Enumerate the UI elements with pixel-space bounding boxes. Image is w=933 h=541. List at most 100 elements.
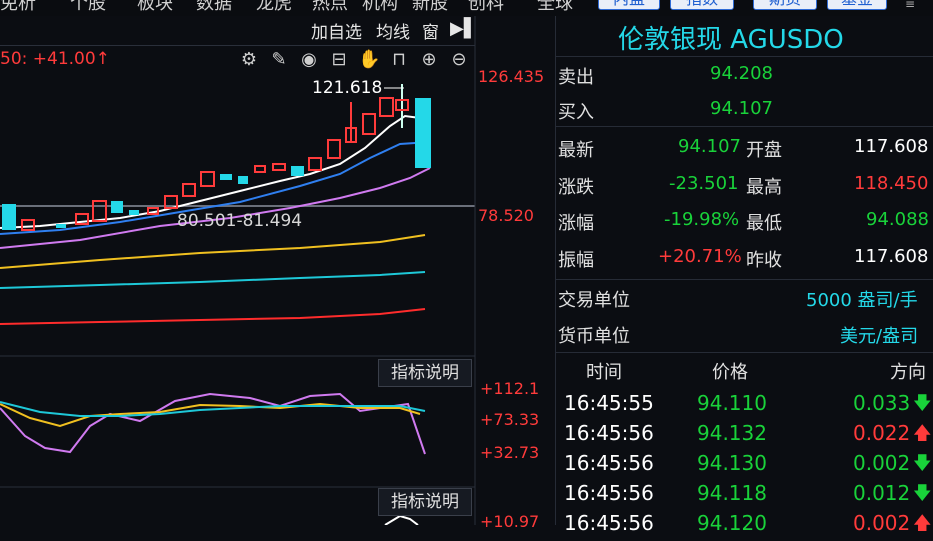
tick-vol: 0.022 <box>853 421 911 445</box>
ticks-header-price: 价格 <box>712 362 748 383</box>
eye-icon[interactable]: ◉ <box>298 50 320 70</box>
trade-unit-value: 5000 盎司/手 <box>806 290 918 311</box>
tick-price: 94.120 <box>697 511 767 535</box>
tick-time: 16:45:56 <box>564 451 654 475</box>
stat-label-low: 最低 <box>746 213 782 234</box>
tab-futures[interactable]: 期货 <box>753 0 817 10</box>
menu-item-1[interactable]: 个股 <box>70 0 106 15</box>
lock-icon[interactable]: ⊓ <box>388 50 410 70</box>
candle <box>379 97 394 117</box>
range-label: 80.501-81.494 <box>177 211 303 231</box>
sell-label: 卖出 <box>558 67 594 88</box>
stat-label-pct: 涨幅 <box>558 213 594 234</box>
menu-item-5[interactable]: 热点 <box>312 0 348 15</box>
candle <box>92 200 107 222</box>
arrow-down-icon: 🡇 <box>913 393 932 414</box>
sell-value: 94.208 <box>710 63 773 84</box>
menu-item-3[interactable]: 数据 <box>196 0 232 15</box>
trade-unit-label: 交易单位 <box>558 290 630 311</box>
draw-icon[interactable]: ✎ <box>268 50 290 70</box>
candle <box>111 201 123 213</box>
tab-funds[interactable]: 基金 <box>827 0 887 10</box>
menu-item-9[interactable]: 全球 <box>537 0 573 15</box>
buy-label: 买入 <box>558 102 594 123</box>
candle <box>56 224 66 228</box>
arrow-up-icon: 🡅 <box>913 423 932 444</box>
candle <box>220 174 232 180</box>
hand-icon[interactable]: ✋ <box>358 50 380 70</box>
ma-yellow-line <box>0 234 426 269</box>
candle <box>415 98 431 168</box>
tick-time: 16:45:56 <box>564 421 654 445</box>
menu-item-7[interactable]: 新股 <box>412 0 448 15</box>
menu-item-6[interactable]: 机构 <box>362 0 398 15</box>
stat-label-open: 开盘 <box>746 140 782 161</box>
menu-item-8[interactable]: 创科 <box>468 0 504 15</box>
candle <box>238 176 248 184</box>
quote-panel: 伦敦银现 AGUSDO 卖出 94.208 买入 94.107 最新 94.10… <box>555 16 933 535</box>
tab-inner[interactable]: 内盘 <box>598 0 660 10</box>
candle <box>182 183 196 197</box>
stat-value-open: 117.608 <box>854 136 929 157</box>
ma-button[interactable]: 均线 <box>376 18 410 43</box>
toolbar-divider <box>0 45 475 46</box>
candle <box>291 166 304 176</box>
chart-area <box>0 16 555 525</box>
candle <box>308 157 322 171</box>
indicator-explain-button-2[interactable]: 指标说明 <box>378 488 472 516</box>
stat-value-amp: +20.71% <box>658 246 742 267</box>
chart-svg <box>0 16 476 525</box>
sub1-axis-0: +112.1 <box>480 379 540 398</box>
candle <box>272 163 286 171</box>
price-axis-top: 126.435 <box>478 67 545 86</box>
zoom-out-icon[interactable]: ⊖ <box>448 50 470 70</box>
currency-label: 货币单位 <box>558 326 630 347</box>
tick-vol: 0.033 <box>853 391 911 415</box>
tick-price: 94.130 <box>697 451 767 475</box>
stat-value-prevclose: 117.608 <box>854 246 929 267</box>
top-menu-bar: 免析 个股 板块 数据 龙虎 热点 机构 新股 创科 全球 内盘 指数 期货 基… <box>0 0 933 16</box>
stat-label-latest: 最新 <box>558 140 594 161</box>
menu-item-2[interactable]: 板块 <box>137 0 173 15</box>
stat-value-low: 94.088 <box>866 209 929 230</box>
candles <box>2 84 431 231</box>
add-watch-button[interactable]: 加自选 <box>311 18 362 43</box>
basket-icon[interactable]: ⊟ <box>328 50 350 70</box>
sub2-axis-0: +10.97 <box>480 512 540 531</box>
candle <box>200 171 215 187</box>
menu-icon[interactable]: ≡ <box>905 0 915 11</box>
ma-cyan-line <box>0 271 426 289</box>
ticks-header-dir: 方向 <box>890 362 926 383</box>
stat-value-high: 118.450 <box>854 173 929 194</box>
sub2-white-line <box>384 514 419 525</box>
sub1-axis-2: +32.73 <box>480 443 540 462</box>
pin-icon[interactable]: ▶▌ <box>450 18 478 39</box>
stat-value-pct: -19.98% <box>664 209 740 230</box>
currency-value: 美元/盎司 <box>840 326 919 347</box>
zoom-in-icon[interactable]: ⊕ <box>418 50 440 70</box>
tick-vol: 0.012 <box>853 481 911 505</box>
tick-time: 16:45:55 <box>564 391 654 415</box>
menu-item-0[interactable]: 免析 <box>0 0 36 15</box>
tick-vol: 0.002 <box>853 451 911 475</box>
ma-red-line <box>0 308 426 325</box>
stat-value-change: -23.501 <box>669 173 739 194</box>
stat-label-change: 涨跌 <box>558 177 594 198</box>
ticks-header-time: 时间 <box>586 362 622 383</box>
indicator-explain-button-1[interactable]: 指标说明 <box>378 359 472 387</box>
settings-icon[interactable]: ⚙ <box>238 50 260 70</box>
arrow-down-icon: 🡇 <box>913 453 932 474</box>
indicator-text: 50: +41.00↑ <box>0 49 110 69</box>
tick-time: 16:45:56 <box>564 511 654 535</box>
stat-label-prevclose: 昨收 <box>746 250 782 271</box>
candle <box>21 219 35 231</box>
tick-vol: 0.002 <box>853 511 911 535</box>
candle <box>327 139 341 159</box>
stat-label-amp: 振幅 <box>558 250 594 271</box>
candle <box>362 113 376 135</box>
window-button[interactable]: 窗 <box>422 18 439 43</box>
tab-index[interactable]: 指数 <box>670 0 734 10</box>
menu-item-4[interactable]: 龙虎 <box>256 0 292 15</box>
panel-title: 伦敦银现 AGUSDO <box>618 25 844 55</box>
buy-value: 94.107 <box>710 98 773 119</box>
